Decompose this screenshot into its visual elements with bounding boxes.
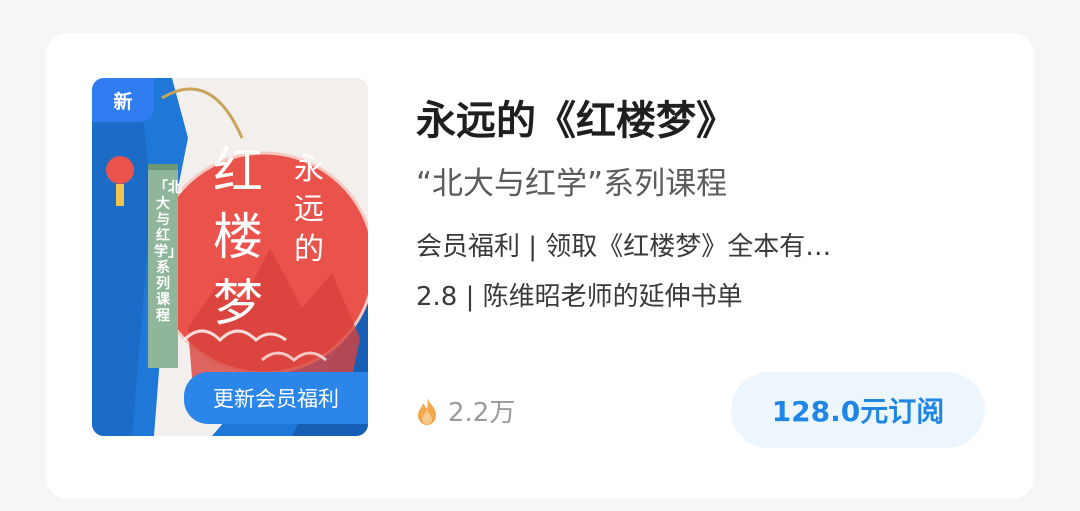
- cover-title-main: 红楼梦: [213, 142, 263, 332]
- course-title[interactable]: 永远的《红楼梦》: [416, 88, 736, 146]
- flame-icon: [418, 396, 436, 425]
- view-stats: 2.2万: [414, 392, 515, 429]
- new-badge: 新: [92, 78, 154, 122]
- cover-title-side: 永远的: [294, 152, 324, 267]
- course-description-line: 会员福利 | 领取《红楼梦》全本有…: [416, 232, 832, 262]
- view-count: 2.2万: [448, 398, 516, 428]
- cover-series-text: 「北大与红学」系列课程: [154, 180, 182, 324]
- member-benefit-banner: 更新会员福利: [184, 372, 368, 424]
- course-description-line: 2.8 | 陈维昭老师的延伸书单: [416, 282, 743, 312]
- course-cover[interactable]: 新 「北大与红学」系列课程 红楼梦 永远的 更新会员福利: [92, 78, 368, 436]
- subscribe-button[interactable]: 128.0元订阅: [731, 372, 985, 448]
- course-subtitle: “北大与红学”系列课程: [416, 166, 728, 202]
